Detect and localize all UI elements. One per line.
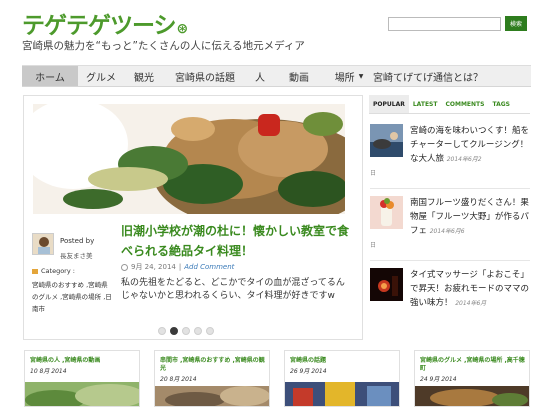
category-label-text: Category : <box>41 267 75 275</box>
popular-item[interactable]: 宮崎の海を味わいつくす！船をチャーターしてクルージング！な大人旅 2014年6月… <box>370 124 530 179</box>
popular-date-suffix: 日 <box>370 242 377 249</box>
popular-item[interactable]: タイ式マッサージ「よおこそ」で昇天！お疲れモードのママの強い味方！ 2014年6… <box>370 268 530 323</box>
cruise-thumb-image <box>370 124 403 157</box>
site-tagline: 宮崎県の魅力を“もっと”たくさんの人に伝える地元メディア <box>22 40 305 52</box>
post-meta: 9月 24, 2014 | Add Comment <box>121 262 234 272</box>
main-nav: ホーム グルメ 観光 宮崎県の話題 人 動画 場所 ▼ 宮崎てげてげ通信とは？ <box>22 65 531 87</box>
divider <box>370 188 530 189</box>
logo-mark-icon: ⊛ <box>176 21 189 37</box>
card-category[interactable]: 宮崎県の話題 <box>290 357 398 365</box>
article-card[interactable]: 宮崎県のグルメ ,宮崎県の場所 ,高千穂町 24 9月 2014 <box>414 350 530 407</box>
nav-item-gourmet[interactable]: グルメ <box>78 66 124 86</box>
popular-title-text: 南国フルーツ盛りだくさん！果物屋「フルーツ大野」が作るパフェ <box>410 198 529 236</box>
nav-item-home[interactable]: ホーム <box>22 66 78 86</box>
popular-date-suffix: 日 <box>370 170 377 177</box>
nav-item-people[interactable]: 人 <box>246 66 274 86</box>
tab-tags[interactable]: TAGS <box>488 95 514 113</box>
chevron-down-icon: ▼ <box>358 72 364 80</box>
card-date: 24 9月 2014 <box>420 376 457 383</box>
card-category[interactable]: 宮崎県のグルメ ,宮崎県の場所 ,高千穂町 <box>420 357 528 373</box>
popular-date: 2014年6月 <box>455 300 487 307</box>
avatar-image <box>33 234 53 254</box>
card-date: 26 9月 2014 <box>290 368 327 375</box>
tab-popular[interactable]: POPULAR <box>369 95 409 113</box>
slider-dot-1[interactable] <box>158 327 166 335</box>
search-form: 検索 <box>388 16 527 31</box>
site-logo[interactable]: テゲテゲツーシ⊛ <box>22 6 189 40</box>
nav-item-sightseeing[interactable]: 観光 <box>124 66 164 86</box>
search-button[interactable]: 検索 <box>505 16 527 31</box>
card-date: 20 8月 2014 <box>160 376 197 383</box>
nav-item-miyazaki-topics[interactable]: 宮崎県の話題 <box>164 66 246 86</box>
featured-post-title[interactable]: 旧潮小学校が潮の杜に！懐かしい教室で食べられる絶品タイ料理！ <box>121 221 349 261</box>
meta-separator: | <box>178 263 182 271</box>
slider-dot-3[interactable] <box>182 327 190 335</box>
nav-item-places[interactable]: 場所 ▼ <box>324 66 374 86</box>
divider <box>370 260 530 261</box>
popular-title[interactable]: 宮崎の海を味わいつくす！船をチャーターしてクルージング！な大人旅 2014年6月… <box>410 124 530 167</box>
card-thumb[interactable] <box>285 382 399 406</box>
featured-image[interactable] <box>33 104 345 214</box>
slider-dot-5[interactable] <box>206 327 214 335</box>
nav-item-video[interactable]: 動画 <box>274 66 324 86</box>
category-label: Category : <box>32 267 75 275</box>
author-avatar[interactable] <box>32 233 54 255</box>
popular-item[interactable]: 南国フルーツ盛りだくさん！果物屋「フルーツ大野」が作るパフェ 2014年6月6 … <box>370 196 530 251</box>
post-date: 9月 24, 2014 <box>131 263 176 271</box>
popular-thumb[interactable] <box>370 196 403 229</box>
slider-pagination <box>158 327 218 335</box>
tab-latest[interactable]: LATEST <box>409 95 442 113</box>
post-excerpt: 私の先祖をたどると、どこかでタイの血が混ざってるんじゃないかと思われるくらい、タ… <box>121 278 345 301</box>
card-image <box>285 382 399 406</box>
card-thumb[interactable] <box>155 386 269 406</box>
nav-item-places-label: 場所 <box>334 72 355 84</box>
folder-icon <box>32 268 38 274</box>
card-image <box>25 382 139 406</box>
author-name[interactable]: 長友まさ美 <box>60 250 93 260</box>
posted-by-label: Posted by <box>60 237 95 245</box>
card-date: 10 8月 2014 <box>30 368 67 375</box>
slider-dot-4[interactable] <box>194 327 202 335</box>
add-comment-link[interactable]: Add Comment <box>184 263 234 271</box>
popular-title[interactable]: タイ式マッサージ「よおこそ」で昇天！お疲れモードのママの強い味方！ 2014年6… <box>410 268 530 311</box>
category-links[interactable]: 宮崎県のおすすめ ,宮崎県のグルメ ,宮崎県の場所 ,日南市 <box>32 279 112 315</box>
card-thumb[interactable] <box>25 382 139 406</box>
parfait-thumb-image <box>370 196 403 229</box>
card-category[interactable]: 宮崎県の人 ,宮崎県の動画 <box>30 357 138 365</box>
thai-dish-photo <box>33 104 345 214</box>
popular-date: 2014年6月6 <box>429 228 465 235</box>
popular-thumb[interactable] <box>370 124 403 157</box>
search-input[interactable] <box>388 16 501 31</box>
tab-comments[interactable]: COMMENTS <box>441 95 488 113</box>
nav-item-about[interactable]: 宮崎てげてげ通信とは？ <box>373 66 483 86</box>
card-thumb[interactable] <box>415 386 529 406</box>
clock-icon <box>121 263 128 271</box>
article-card[interactable]: 串間市 ,宮崎県のおすすめ ,宮崎県の観光 20 8月 2014 <box>154 350 270 407</box>
popular-date: 2014年6月2 <box>446 156 482 163</box>
slider-dot-2[interactable] <box>170 327 178 335</box>
article-card[interactable]: 宮崎県の人 ,宮崎県の動画 10 8月 2014 <box>24 350 140 407</box>
sidebar-tabs: POPULAR LATEST COMMENTS TAGS <box>369 95 530 114</box>
popular-title[interactable]: 南国フルーツ盛りだくさん！果物屋「フルーツ大野」が作るパフェ 2014年6月6 <box>410 196 530 239</box>
card-image <box>415 386 529 406</box>
card-image <box>155 386 269 406</box>
card-category[interactable]: 串間市 ,宮崎県のおすすめ ,宮崎県の観光 <box>160 357 268 373</box>
popular-thumb[interactable] <box>370 268 403 301</box>
massage-thumb-image <box>370 268 403 301</box>
article-card[interactable]: 宮崎県の話題 26 9月 2014 <box>284 350 400 407</box>
